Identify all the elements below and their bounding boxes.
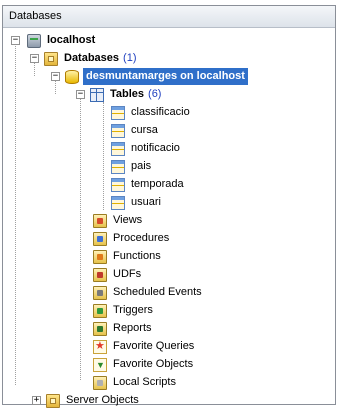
- tree-node-favorite-objects[interactable]: Favorite Objects: [93, 356, 195, 373]
- node-label: localhost: [47, 34, 96, 46]
- tree-node-localhost[interactable]: − localhost: [11, 32, 97, 49]
- tree-node-scheduled-events[interactable]: Scheduled Events: [93, 284, 204, 301]
- tree-node-databases[interactable]: − Databases (1): [30, 50, 139, 67]
- expand-icon[interactable]: +: [32, 396, 41, 405]
- node-label: Favorite Queries: [113, 340, 195, 352]
- node-label: Server Objects: [66, 394, 139, 406]
- table-icon: [111, 195, 125, 210]
- tree-node-server-objects[interactable]: + Server Objects: [32, 392, 141, 409]
- node-label: Scheduled Events: [113, 286, 202, 298]
- collapse-icon[interactable]: −: [76, 90, 85, 99]
- node-label: desmuntamarges on localhost: [83, 68, 248, 85]
- tree-node-procedures[interactable]: Procedures: [93, 230, 171, 247]
- node-label: UDFs: [113, 268, 142, 280]
- filter-icon: [93, 357, 107, 372]
- tree-node-connection[interactable]: − desmuntamarges on localhost: [51, 68, 248, 85]
- scripts-icon: [93, 375, 107, 390]
- views-icon: [93, 213, 107, 228]
- node-label: temporada: [131, 178, 184, 190]
- calendar-icon: [93, 285, 107, 300]
- node-label: notificacio: [131, 142, 180, 154]
- node-label: Databases: [64, 52, 120, 64]
- tree-node-views[interactable]: Views: [93, 212, 144, 229]
- tree-node-udfs[interactable]: UDFs: [93, 266, 143, 283]
- folder-icon: [44, 51, 58, 66]
- udfs-icon: [93, 267, 107, 282]
- collapse-icon[interactable]: −: [11, 36, 20, 45]
- tree-node-table[interactable]: classificacio: [111, 104, 192, 121]
- folder-icon: [46, 393, 60, 408]
- node-count: (6): [148, 88, 162, 100]
- node-label: Procedures: [113, 232, 170, 244]
- functions-icon: [93, 249, 107, 264]
- tree-node-reports[interactable]: Reports: [93, 320, 154, 337]
- tree-node-favorite-queries[interactable]: Favorite Queries: [93, 338, 196, 355]
- node-label: Tables: [110, 88, 145, 100]
- table-icon: [111, 105, 125, 120]
- server-icon: [27, 33, 41, 48]
- node-label: Triggers: [113, 304, 153, 316]
- table-icon: [111, 123, 125, 138]
- table-icon: [111, 177, 125, 192]
- node-label: classificacio: [131, 106, 190, 118]
- tree-node-table[interactable]: temporada: [111, 176, 186, 193]
- node-label: Functions: [113, 250, 161, 262]
- collapse-icon[interactable]: −: [51, 72, 60, 81]
- tree-node-table[interactable]: usuari: [111, 194, 163, 211]
- triggers-icon: [93, 303, 107, 318]
- node-label: Views: [113, 214, 143, 226]
- panel-title: Databases: [3, 6, 335, 28]
- tree-line: [103, 102, 104, 210]
- tree-line: [15, 40, 16, 385]
- databases-panel: Databases − localhost − Databases (1) − d…: [2, 5, 336, 408]
- tables-folder-icon: [90, 87, 104, 102]
- collapse-icon[interactable]: −: [30, 54, 39, 63]
- procedures-icon: [93, 231, 107, 246]
- tree-node-table[interactable]: pais: [111, 158, 153, 175]
- node-count: (1): [123, 52, 137, 64]
- tree-node-tables[interactable]: − Tables (6): [76, 86, 163, 103]
- tree-line: [80, 94, 81, 380]
- tree-node-table[interactable]: notificacio: [111, 140, 182, 157]
- node-label: pais: [131, 160, 152, 172]
- node-label: Local Scripts: [113, 376, 176, 388]
- table-icon: [111, 159, 125, 174]
- reports-icon: [93, 321, 107, 336]
- table-icon: [111, 141, 125, 156]
- star-icon: [93, 339, 107, 354]
- node-label: usuari: [131, 196, 161, 208]
- tree-node-triggers[interactable]: Triggers: [93, 302, 155, 319]
- tree-node-local-scripts[interactable]: Local Scripts: [93, 374, 178, 391]
- tree-node-functions[interactable]: Functions: [93, 248, 163, 265]
- node-label: Favorite Objects: [113, 358, 194, 370]
- node-label: Reports: [113, 322, 152, 334]
- database-icon: [65, 69, 79, 84]
- node-label: cursa: [131, 124, 158, 136]
- tree-node-table[interactable]: cursa: [111, 122, 160, 139]
